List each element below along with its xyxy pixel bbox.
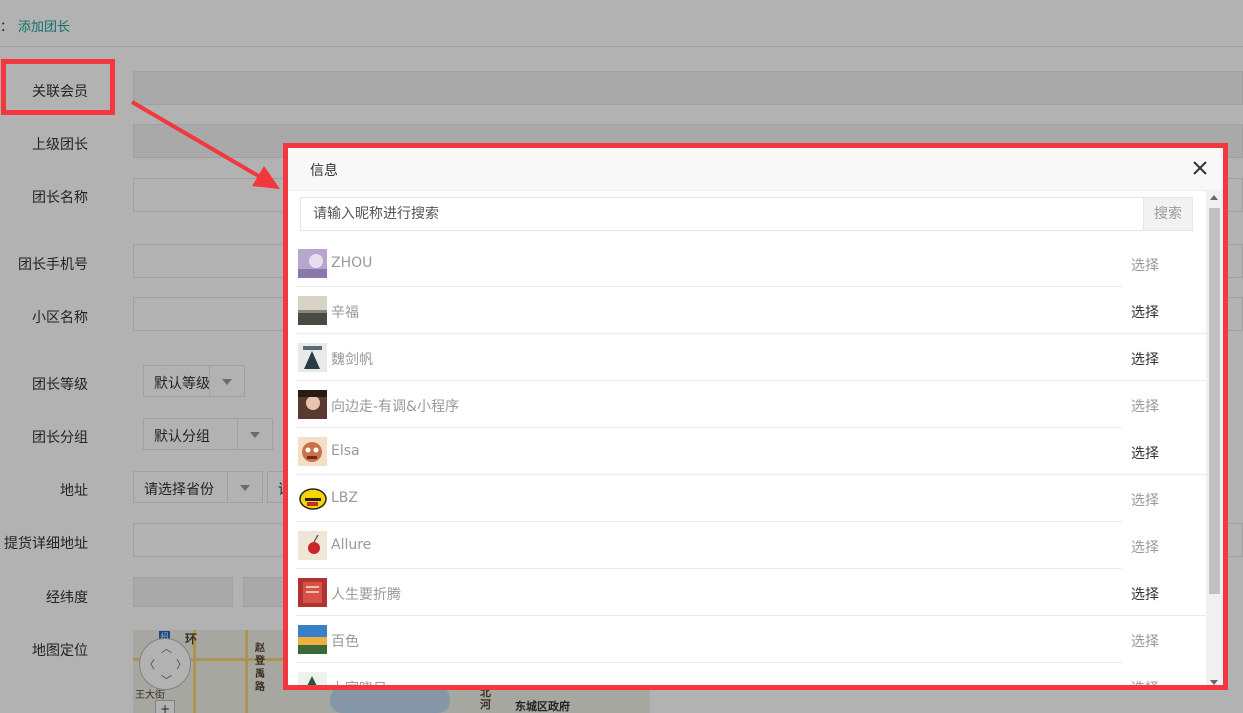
- avatar: [298, 531, 327, 560]
- row-divider: [296, 286, 1122, 287]
- choose-member-button[interactable]: 选择: [1131, 302, 1159, 322]
- member-row: 上官晓日 选择: [296, 664, 1206, 685]
- choose-member-button[interactable]: 选择: [1131, 349, 1159, 369]
- dialog-header: 信息: [288, 148, 1223, 191]
- member-row: 百色 选择: [296, 617, 1206, 663]
- member-row: LBZ 选择: [296, 476, 1206, 522]
- row-divider: [296, 474, 1206, 475]
- member-row: 辛福 选择: [296, 288, 1206, 334]
- row-divider: [296, 662, 1122, 663]
- search-button[interactable]: 搜索: [1143, 198, 1192, 230]
- member-nickname: 上官晓日: [331, 678, 387, 685]
- member-row: Elsa 选择: [296, 429, 1206, 475]
- choose-member-button[interactable]: 选择: [1131, 537, 1159, 557]
- member-nickname: 百色: [331, 634, 359, 650]
- avatar: [298, 390, 327, 419]
- scroll-up-icon[interactable]: [1210, 195, 1218, 200]
- avatar: [298, 343, 327, 372]
- member-row: 向边走-有调&小程序 选择: [296, 382, 1206, 428]
- list-scrollbar[interactable]: [1206, 190, 1223, 685]
- choose-member-button[interactable]: 选择: [1131, 490, 1159, 510]
- choose-member-button[interactable]: 选择: [1131, 631, 1159, 651]
- row-divider: [296, 427, 1122, 428]
- member-row: Allure 选择: [296, 523, 1206, 569]
- row-divider: [296, 380, 1206, 381]
- choose-member-button[interactable]: 选择: [1131, 443, 1159, 463]
- search-bar: 搜索: [300, 197, 1193, 231]
- choose-member-button[interactable]: 选择: [1131, 584, 1159, 604]
- avatar: [298, 578, 327, 607]
- scrollbar-thumb[interactable]: [1209, 208, 1220, 594]
- member-nickname: LBZ: [331, 490, 358, 506]
- nickname-search-input[interactable]: [301, 198, 1143, 230]
- row-divider: [296, 615, 1206, 616]
- member-list: ZHOU 选择 辛福 选择 魏剑帆 选择 向边走-有调&小程序 选择 Elsa 选择 LBZ 选择 Al…: [296, 241, 1206, 685]
- dialog-title: 信息: [310, 163, 338, 179]
- member-picker-dialog: 信息 搜索 ZHOU选择辛福选择魏剑帆选择向边走-有调&小程序选择Elsa选择L…: [283, 143, 1228, 690]
- avatar: [298, 625, 327, 654]
- member-nickname: Allure: [331, 537, 372, 553]
- member-row: 人生要折腾 选择: [296, 570, 1206, 616]
- choose-member-button[interactable]: 选择: [1131, 255, 1159, 275]
- row-divider: [296, 521, 1122, 522]
- member-row: ZHOU 选择: [296, 241, 1206, 287]
- close-icon[interactable]: [1191, 159, 1209, 177]
- choose-member-button[interactable]: 选择: [1131, 678, 1159, 685]
- avatar: [298, 437, 327, 466]
- member-nickname: Elsa: [331, 443, 360, 459]
- row-divider: [296, 568, 1122, 569]
- member-nickname: 向边走-有调&小程序: [331, 399, 459, 415]
- avatar: [298, 672, 327, 685]
- member-nickname: 人生要折腾: [331, 587, 401, 603]
- choose-member-button[interactable]: 选择: [1131, 396, 1159, 416]
- avatar: [298, 296, 327, 325]
- scroll-down-icon[interactable]: [1210, 680, 1218, 685]
- avatar: [298, 249, 327, 278]
- member-nickname: ZHOU: [331, 255, 373, 271]
- member-nickname: 魏剑帆: [331, 352, 373, 368]
- row-divider: [296, 333, 1206, 334]
- member-row: 魏剑帆 选择: [296, 335, 1206, 381]
- member-nickname: 辛福: [331, 305, 359, 321]
- avatar: [298, 484, 327, 513]
